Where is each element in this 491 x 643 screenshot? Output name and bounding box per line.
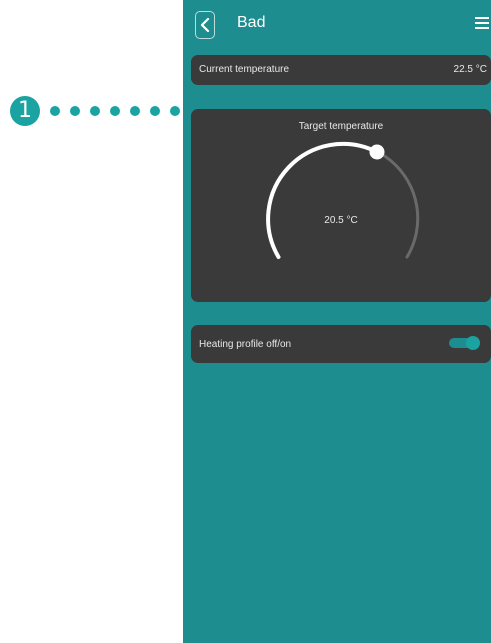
- callout-dot: [70, 106, 80, 116]
- callout-dot: [110, 106, 120, 116]
- app-screen: Bad Current temperature 22.5 °C Target t…: [183, 0, 491, 643]
- callout-dot: [90, 106, 100, 116]
- heating-profile-toggle[interactable]: [449, 336, 480, 350]
- callout-dot: [150, 106, 160, 116]
- target-temperature-card: Target temperature 20.5 °C: [191, 109, 491, 302]
- back-button[interactable]: [195, 11, 215, 39]
- page-title: Bad: [237, 14, 266, 31]
- heating-profile-label: Heating profile off/on: [199, 339, 292, 350]
- callout-dot: [170, 106, 180, 116]
- callout-marker: 1: [10, 96, 200, 126]
- callout-dot: [130, 106, 140, 116]
- chevron-left-icon: [200, 18, 210, 32]
- menu-button[interactable]: [475, 17, 489, 31]
- callout-number: 1: [10, 96, 40, 126]
- current-temperature-value: 22.5 °C: [453, 64, 487, 75]
- temperature-dial[interactable]: [191, 109, 491, 302]
- dial-handle[interactable]: [369, 144, 385, 160]
- hamburger-menu-icon: [475, 17, 489, 29]
- target-temperature-value: 20.5 °C: [324, 215, 358, 226]
- app-header: Bad: [183, 0, 491, 50]
- dial-progress-arc: [266, 141, 379, 259]
- heating-profile-card: Heating profile off/on: [191, 325, 491, 363]
- dial-track: [266, 141, 420, 259]
- toggle-knob: [466, 336, 480, 350]
- current-temperature-card: Current temperature 22.5 °C: [191, 55, 491, 85]
- current-temperature-label: Current temperature: [199, 64, 290, 75]
- callout-dot: [50, 106, 60, 116]
